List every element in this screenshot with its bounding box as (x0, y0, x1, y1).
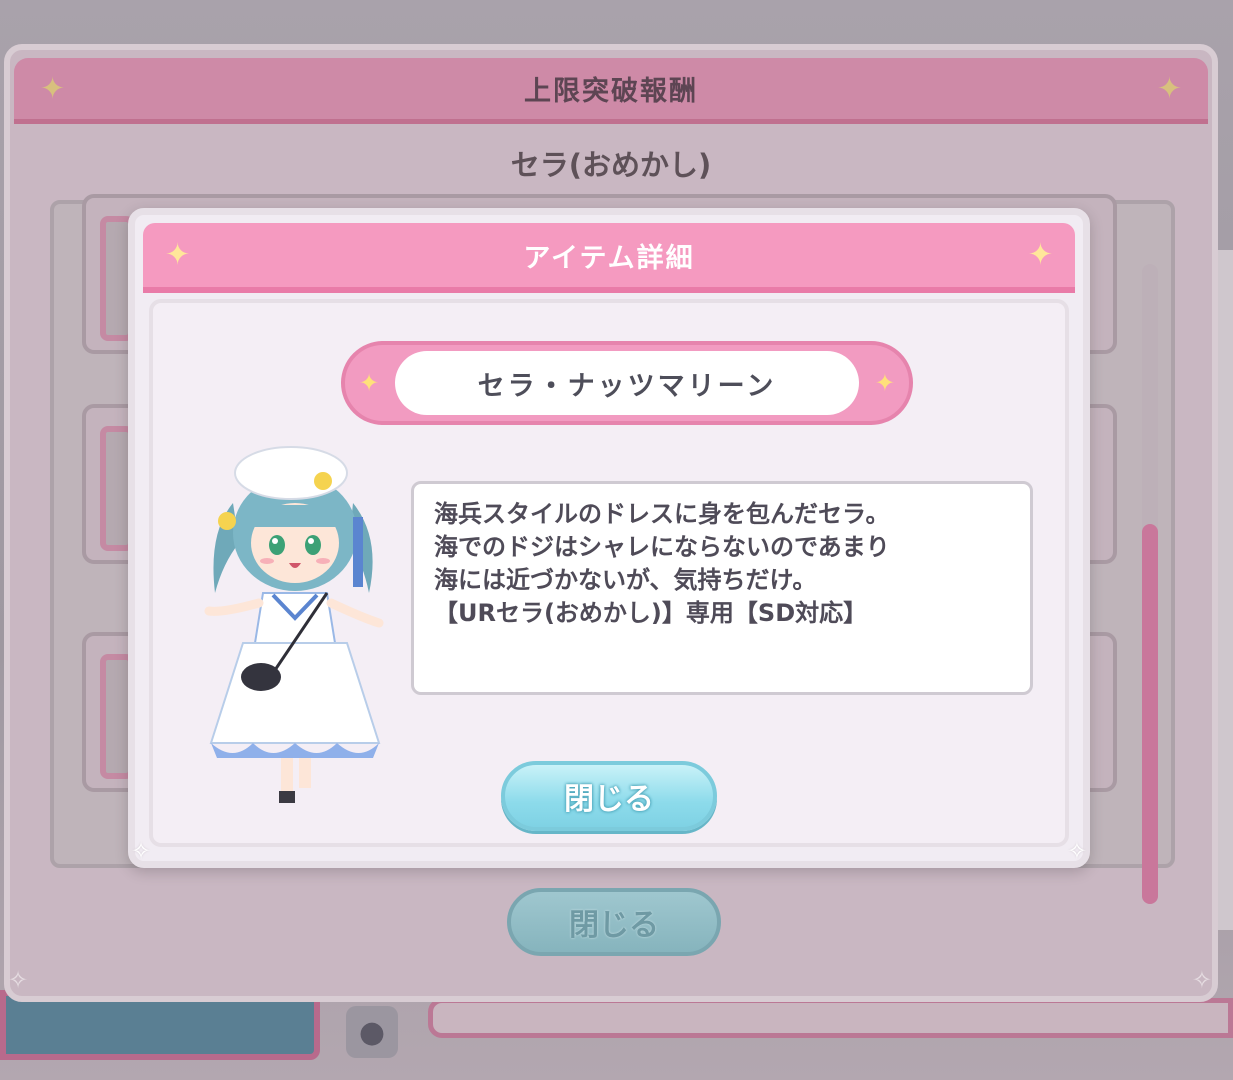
item-detail-dialog: ✦ アイテム詳細 ✦ ✦ セラ・ナッツマリーン ✦ 海兵スタイルのドレスに身を包… (128, 208, 1090, 868)
sparkle-icon: ✦ (1027, 237, 1053, 273)
description-line: 【URセラ(おめかし)】専用【SD対応】 (434, 599, 868, 627)
corner-diamond-icon: ✧ (1066, 837, 1087, 865)
item-detail-title: アイテム詳細 (523, 242, 695, 274)
item-name-field: セラ・ナッツマリーン (395, 351, 859, 415)
sparkle-icon: ✦ (1156, 71, 1182, 106)
background-card-right (428, 998, 1233, 1038)
sparkle-icon: ✦ (165, 237, 191, 273)
character-sd-image (204, 446, 384, 803)
outer-dialog-title: 上限突破報酬 (524, 76, 698, 107)
item-detail-header: ✦ アイテム詳細 ✦ (143, 223, 1075, 293)
sparkle-icon: ✦ (40, 71, 66, 106)
item-name: セラ・ナッツマリーン (477, 370, 777, 402)
item-detail-close-label: 閉じる (564, 782, 654, 817)
description-line: 海には近づかないが、気持ちだけ。 (434, 566, 817, 594)
corner-diamond-icon: ✧ (8, 966, 29, 994)
item-name-plate: ✦ セラ・ナッツマリーン ✦ (341, 341, 913, 425)
reward-list-scrollbar[interactable] (1142, 264, 1158, 904)
corner-diamond-icon: ✧ (131, 837, 152, 865)
sparkle-icon: ✦ (874, 369, 895, 397)
item-description-box: 海兵スタイルのドレスに身を包んだセラ。 海でのドジはシャレにならないのであまり … (411, 481, 1033, 695)
person-icon: ● (346, 1006, 398, 1058)
outer-close-button-label: 閉じる (569, 908, 659, 943)
outer-dialog-header: ✦ 上限突破報酬 ✦ (14, 58, 1208, 124)
item-detail-body: ✦ セラ・ナッツマリーン ✦ 海兵スタイルのドレスに身を包んだセラ。 海でのドジ… (149, 299, 1069, 847)
description-line: 海でのドジはシャレにならないのであまり (434, 533, 890, 561)
corner-diamond-icon: ✧ (1191, 966, 1212, 994)
scrollbar-thumb[interactable] (1142, 524, 1158, 904)
character-name-subtitle: セラ(おめかし) (510, 148, 712, 182)
item-detail-close-button[interactable]: 閉じる (501, 761, 717, 831)
description-line: 海兵スタイルのドレスに身を包んだセラ。 (434, 500, 890, 528)
sparkle-icon: ✦ (359, 369, 380, 397)
outer-close-button[interactable]: 閉じる (507, 888, 721, 956)
